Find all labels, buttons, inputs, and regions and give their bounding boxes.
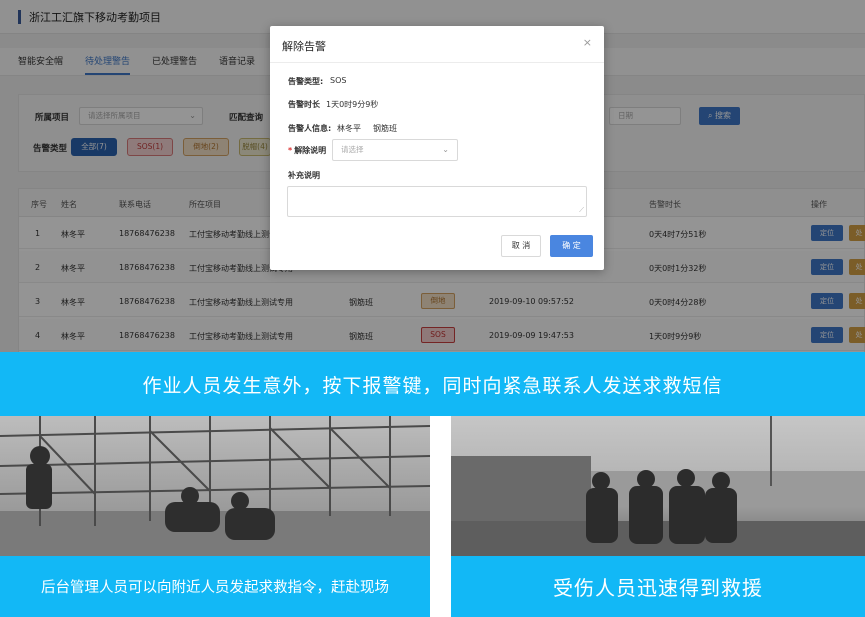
chevron-down-icon: ⌄ [442,145,449,154]
release-reason-text: 解除说明 [294,146,327,155]
supplement-label: 补充说明 [288,171,320,180]
confirm-button[interactable]: 确 定 [550,235,593,257]
cancel-button[interactable]: 取 消 [501,235,541,257]
release-select-placeholder: 请选择 [341,145,364,154]
photo-gap [430,416,451,617]
alarm-person-name: 林冬平 [337,124,361,133]
photo-rescue-scene [0,416,430,556]
resize-grip-icon[interactable]: ⟋ [579,206,584,215]
dialog-title: 解除告警 [282,40,326,53]
caption-left-text: 后台管理人员可以向附近人员发起求救指令，赶赴现场 [41,580,389,596]
alarm-person-team: 钢筋班 [373,124,397,133]
caption-left: 后台管理人员可以向附近人员发起求救指令，赶赴现场 [0,556,430,617]
alarm-type-value: SOS [330,76,347,85]
release-reason-label: * 解除说明 [288,145,326,156]
scaffold-illustration [0,416,430,556]
close-icon[interactable]: × [583,36,592,49]
supplement-textarea[interactable]: ⟋ [287,186,587,217]
release-reason-select[interactable]: 请选择 ⌄ [332,139,458,161]
caption-right: 受伤人员迅速得到救援 [451,556,865,617]
alarm-type-label: 告警类型: [288,77,324,86]
photo-rescue-team [451,416,865,556]
required-mark: * [288,146,293,155]
alarm-person-label: 告警人信息: [288,124,332,133]
alarm-duration-label: 告警时长 [288,100,320,109]
caption-right-text: 受伤人员迅速得到救援 [553,576,763,600]
release-alarm-dialog: 解除告警 × 告警类型: SOS 告警时长 1天0时9分9秒 告警人信息: 林冬… [270,26,604,270]
banner-top-text: 作业人员发生意外，按下报警键，同时向紧急联系人发送求救短信 [142,374,723,397]
app-screenshot: 浙江工汇旗下移动考勤项目 智能安全帽 待处理警告 已处理警告 语音记录 所属项目… [0,0,865,352]
rescue-team-illustration [451,416,865,556]
alarm-duration-value: 1天0时9分9秒 [326,100,379,109]
banner-top: 作业人员发生意外，按下报警键，同时向紧急联系人发送求救短信 [0,352,865,416]
dialog-divider [270,62,604,63]
